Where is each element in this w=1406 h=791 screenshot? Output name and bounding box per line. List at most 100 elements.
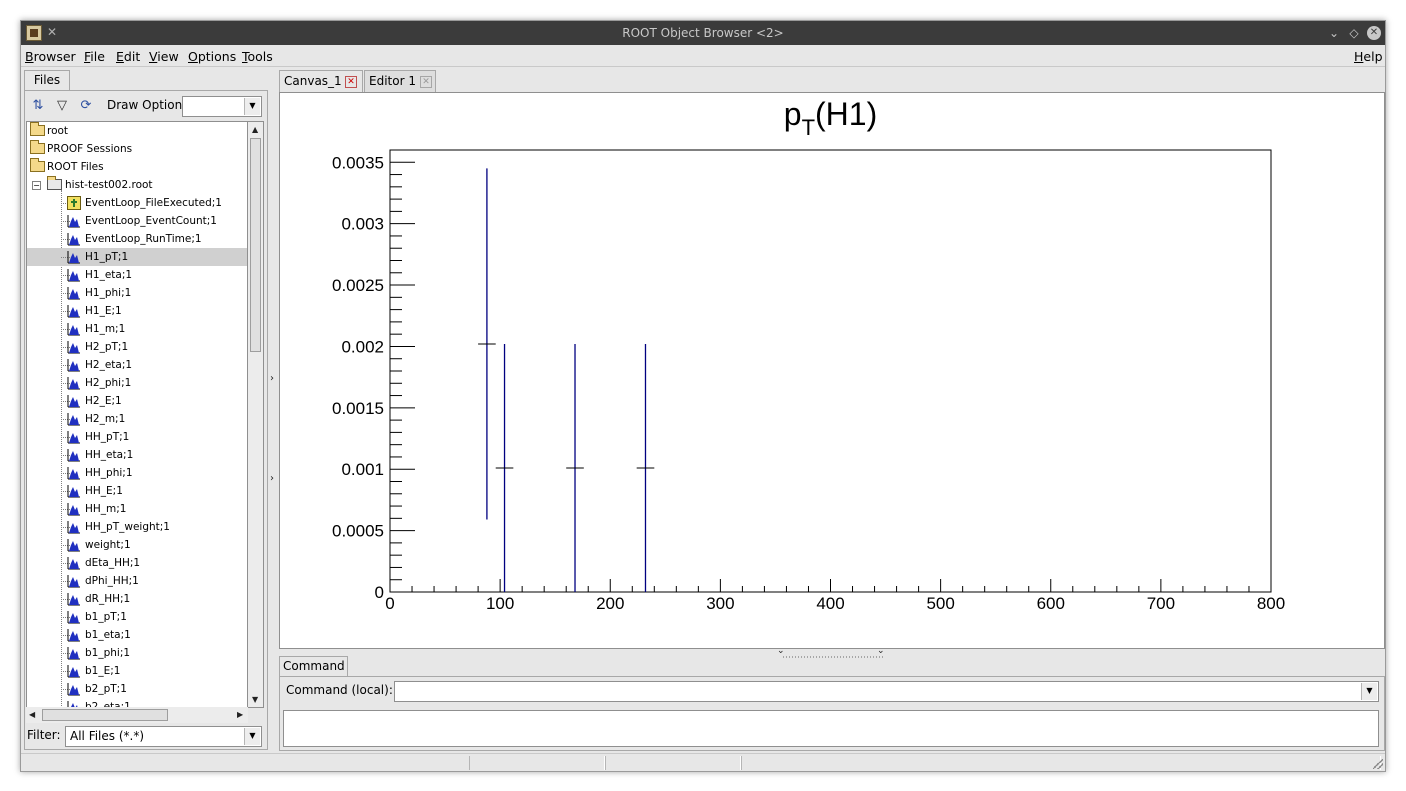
tab-canvas-1[interactable]: Canvas_1 ✕ (279, 70, 363, 92)
tree-item[interactable]: weight;1 (27, 536, 247, 554)
tree-item[interactable]: root (27, 122, 247, 140)
histogram-icon (67, 251, 80, 264)
histogram-icon (67, 503, 80, 516)
tree-item[interactable]: H2_E;1 (27, 392, 247, 410)
menu-options[interactable]: Options (188, 49, 236, 64)
tree-item-label: weight;1 (85, 539, 131, 551)
scroll-left-icon[interactable]: ◀ (29, 710, 35, 719)
y-axis-tick-label: 0.0005 (332, 522, 384, 541)
chevron-down-icon[interactable]: ▼ (244, 728, 260, 745)
tree-item[interactable]: HH_pT;1 (27, 428, 247, 446)
expand-down-icon[interactable]: ⌄ (877, 646, 885, 656)
collapse-arrow-icon[interactable]: › (270, 473, 274, 484)
collapse-arrow-icon[interactable]: › (270, 373, 274, 384)
tree-item[interactable]: EventLoop_FileExecuted;1 (27, 194, 247, 212)
chevron-down-icon[interactable]: ▼ (1361, 683, 1377, 700)
filter-icon[interactable]: ▽ (53, 97, 71, 115)
tree-item-label: H2_m;1 (85, 413, 126, 425)
minimize-icon[interactable]: ⌄ (1325, 24, 1343, 42)
tree-item-label: PROOF Sessions (47, 143, 133, 155)
tree-item-label: EventLoop_EventCount;1 (85, 215, 217, 227)
tree-item[interactable]: dPhi_HH;1 (27, 572, 247, 590)
draw-option-combo[interactable]: ▼ (182, 96, 262, 117)
tab-editor-1[interactable]: Editor 1 ✕ (364, 70, 436, 92)
tree-item[interactable]: H2_pT;1 (27, 338, 247, 356)
restore-icon[interactable]: ◇ (1345, 24, 1363, 42)
scroll-down-icon[interactable]: ▼ (252, 695, 258, 704)
vertical-scroll-thumb[interactable] (250, 138, 261, 352)
tree-item-label: hist-test002.root (65, 179, 153, 191)
tree-object-icon (67, 196, 81, 210)
tree-item[interactable]: H1_phi;1 (27, 284, 247, 302)
tree-item[interactable]: H2_eta;1 (27, 356, 247, 374)
tree-item[interactable]: EventLoop_RunTime;1 (27, 230, 247, 248)
horizontal-scroll-thumb[interactable] (42, 709, 168, 721)
command-input[interactable]: ▼ (394, 681, 1379, 702)
histogram-plot[interactable]: pT(H1) 0 100 200 300 400 500 600 700 800 0 0.0005 0.… (280, 93, 1384, 648)
tree-item[interactable]: b1_phi;1 (27, 644, 247, 662)
root-file-icon (47, 176, 62, 190)
folder-icon (30, 122, 45, 136)
tree-item[interactable]: HH_phi;1 (27, 464, 247, 482)
filter-combo[interactable]: All Files (*.*) ▼ (65, 726, 262, 747)
tree-horizontal-scrollbar[interactable]: ◀ ▶ (26, 707, 248, 723)
menu-view[interactable]: View (149, 49, 179, 64)
histogram-icon (67, 665, 80, 678)
sort-icon[interactable]: ⇅ (29, 97, 47, 115)
tree-item-label: dPhi_HH;1 (85, 575, 139, 587)
tree-item[interactable]: HH_m;1 (27, 500, 247, 518)
canvas-1[interactable]: pT(H1) 0 100 200 300 400 500 600 700 800 0 0.0005 0.… (279, 92, 1385, 649)
tree-vertical-scrollbar[interactable]: ▲ ▼ (248, 121, 264, 708)
tree-item[interactable]: dEta_HH;1 (27, 554, 247, 572)
resize-grip-icon[interactable] (1373, 759, 1383, 769)
tree-item[interactable]: ROOT Files (27, 158, 247, 176)
menu-tools[interactable]: Tools (242, 49, 273, 64)
tree-item[interactable]: HH_pT_weight;1 (27, 518, 247, 536)
expand-toggle-icon[interactable]: − (32, 181, 41, 190)
close-tab-icon[interactable]: ✕ (345, 76, 357, 88)
tree-item[interactable]: HH_E;1 (27, 482, 247, 500)
close-icon[interactable]: ✕ (1367, 26, 1381, 40)
histogram-icon (67, 467, 80, 480)
horizontal-splitter[interactable]: ⌄ ⌄ (279, 646, 1385, 658)
menu-file[interactable]: File (84, 49, 105, 64)
file-tree[interactable]: root PROOF Sessions ROOT Files − hist-test00… (26, 121, 248, 708)
chevron-down-icon[interactable]: ▼ (244, 98, 260, 115)
tree-item[interactable]: b1_pT;1 (27, 608, 247, 626)
histogram-icon (67, 431, 80, 444)
tree-item[interactable]: H1_pT;1 (27, 248, 247, 266)
tab-command[interactable]: Command (279, 656, 348, 677)
tree-item[interactable]: H2_m;1 (27, 410, 247, 428)
title-bar[interactable]: ✕ ROOT Object Browser <2> ⌄ ◇ ✕ (21, 21, 1385, 45)
status-cell (605, 756, 741, 770)
tree-item[interactable]: b2_pT;1 (27, 680, 247, 698)
menu-edit[interactable]: Edit (116, 49, 140, 64)
y-axis-tick-label: 0.002 (341, 337, 384, 356)
scroll-right-icon[interactable]: ▶ (237, 710, 243, 719)
histogram-icon (67, 233, 80, 246)
tree-item-label: HH_E;1 (85, 485, 123, 497)
tab-files[interactable]: Files (24, 70, 70, 91)
refresh-icon[interactable]: ⟳ (77, 97, 95, 115)
close-tab-icon[interactable]: ✕ (420, 76, 432, 88)
menu-help[interactable]: Help (1354, 49, 1383, 64)
menu-browser[interactable]: Browser (25, 49, 76, 64)
tree-item[interactable]: H1_eta;1 (27, 266, 247, 284)
expand-down-icon[interactable]: ⌄ (777, 646, 785, 656)
tree-item[interactable]: b1_E;1 (27, 662, 247, 680)
tree-item[interactable]: H1_m;1 (27, 320, 247, 338)
tree-item[interactable]: H1_E;1 (27, 302, 247, 320)
tree-item[interactable]: − hist-test002.root (27, 176, 247, 194)
x-axis-tick-label: 0 (385, 594, 394, 613)
tree-item[interactable]: H2_phi;1 (27, 374, 247, 392)
tree-item[interactable]: b1_eta;1 (27, 626, 247, 644)
vertical-splitter[interactable]: › › (270, 90, 276, 750)
tree-item-label: dR_HH;1 (85, 593, 131, 605)
tree-item[interactable]: HH_eta;1 (27, 446, 247, 464)
tree-item[interactable]: dR_HH;1 (27, 590, 247, 608)
tree-item[interactable]: EventLoop_EventCount;1 (27, 212, 247, 230)
plot-frame (389, 149, 1272, 593)
tree-item[interactable]: PROOF Sessions (27, 140, 247, 158)
scroll-up-icon[interactable]: ▲ (252, 125, 258, 134)
command-output[interactable] (283, 710, 1379, 747)
